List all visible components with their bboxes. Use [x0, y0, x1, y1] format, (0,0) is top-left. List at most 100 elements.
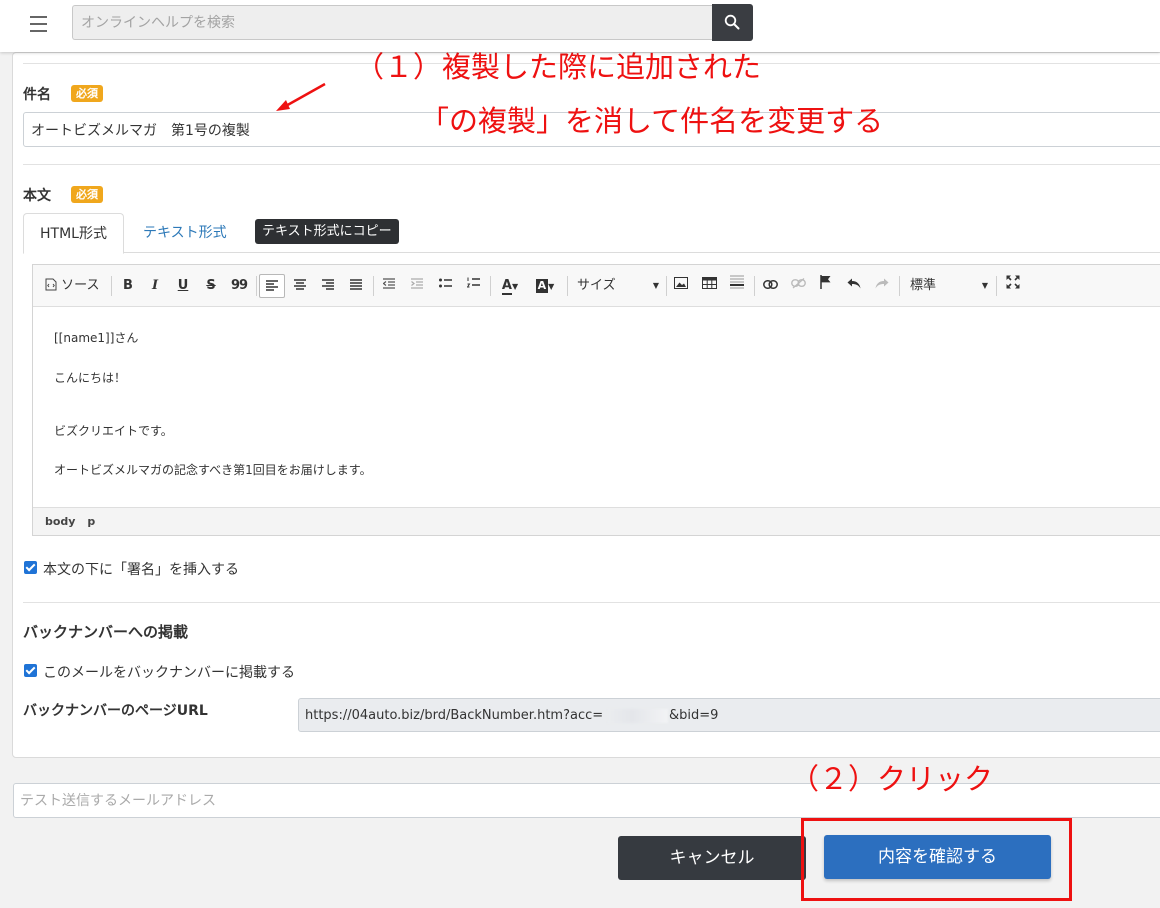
outdent-icon	[382, 278, 395, 289]
horizontal-rule-button[interactable]	[727, 274, 747, 298]
tab-html[interactable]: HTML形式	[23, 213, 124, 254]
bulleted-list-icon	[438, 278, 452, 288]
toolbar-separator	[373, 276, 374, 296]
image-icon	[674, 277, 688, 289]
backnumber-checkbox[interactable]	[24, 664, 37, 677]
background-color-button[interactable]: A ▼	[530, 274, 560, 298]
maximize-button[interactable]	[1003, 274, 1023, 298]
redo-icon	[875, 278, 889, 289]
background-color-icon: A	[535, 279, 549, 293]
strikethrough-button[interactable]: S	[201, 274, 221, 298]
unlink-icon	[790, 278, 806, 289]
link-icon	[762, 280, 778, 289]
horizontal-rule-icon	[730, 275, 744, 289]
indent-icon	[411, 278, 423, 289]
anchor-button[interactable]	[816, 274, 836, 298]
align-justify-button[interactable]	[346, 274, 366, 298]
rich-text-editor: ソース B I U S 99 A▼ A ▼ サイズ ▼ 標準 ▼ [[name1…	[32, 264, 1160, 536]
toolbar-separator	[996, 276, 997, 296]
align-center-button[interactable]	[290, 274, 310, 298]
toolbar-separator	[567, 276, 568, 296]
outdent-button[interactable]	[379, 274, 399, 298]
copy-to-text-tooltip[interactable]: テキスト形式にコピー	[255, 219, 399, 244]
text-color-button[interactable]: A▼	[496, 274, 524, 298]
maximize-icon	[1006, 275, 1020, 289]
image-button[interactable]	[671, 274, 691, 298]
element-path-p[interactable]: p	[87, 515, 95, 528]
align-justify-icon	[350, 279, 362, 290]
url-suffix: &bid=9	[669, 708, 719, 723]
bold-button[interactable]: B	[118, 274, 138, 298]
font-size-select[interactable]: サイズ ▼	[577, 274, 659, 298]
italic-button[interactable]: I	[145, 274, 165, 298]
numbered-list-icon	[466, 277, 480, 288]
annotation-highlight-box	[801, 818, 1072, 901]
backnumber-heading: バックナンバーへの掲載	[23, 623, 189, 641]
editor-toolbar: ソース B I U S 99 A▼ A ▼ サイズ ▼ 標準 ▼	[33, 265, 1160, 307]
element-path-body[interactable]: body	[45, 515, 75, 528]
redo-button[interactable]	[872, 274, 892, 298]
editor-paragraph: ビズクリエイトです。	[54, 424, 173, 438]
backnumber-url-label: バックナンバーのページURL	[23, 703, 208, 719]
flag-icon	[820, 275, 831, 289]
annotation-step2: （２）クリック	[790, 762, 994, 796]
cancel-button[interactable]: キャンセル	[618, 836, 806, 880]
chevron-down-icon: ▼	[548, 282, 555, 291]
align-right-button[interactable]	[318, 274, 338, 298]
align-left-icon	[266, 280, 278, 291]
numbered-list-button[interactable]	[463, 274, 483, 298]
chevron-down-icon: ▼	[652, 281, 659, 290]
toolbar-separator	[256, 276, 257, 296]
table-button[interactable]	[699, 274, 719, 298]
undo-icon	[847, 278, 861, 289]
search-button[interactable]	[712, 4, 753, 41]
table-icon	[701, 277, 717, 289]
paragraph-format-select[interactable]: 標準 ▼	[910, 274, 988, 298]
indent-button[interactable]	[407, 274, 427, 298]
undo-button[interactable]	[844, 274, 864, 298]
required-badge: 必須	[71, 85, 103, 102]
editor-element-path: body p	[33, 507, 1160, 535]
toolbar-separator	[754, 276, 755, 296]
toolbar-separator	[111, 276, 112, 296]
align-center-icon	[294, 279, 306, 290]
signature-checkbox[interactable]	[24, 561, 37, 574]
source-label: ソース	[61, 278, 100, 293]
url-prefix: https://04auto.biz/brd/BackNumber.htm?ac…	[305, 708, 604, 723]
toolbar-separator	[490, 276, 491, 296]
top-bar	[0, 0, 1160, 52]
font-size-label: サイズ	[577, 278, 616, 293]
hamburger-menu-icon[interactable]	[30, 16, 47, 32]
underline-button[interactable]: U	[173, 274, 193, 298]
unlink-button[interactable]	[788, 274, 808, 298]
paragraph-format-label: 標準	[910, 278, 937, 293]
editor-paragraph: オートビズメルマガの記念すべき第1回目をお届けします。	[54, 463, 372, 477]
editor-content-area[interactable]: [[name1]]さん こんにちは！ ビズクリエイトです。 オートビズメルマガの…	[33, 307, 1160, 507]
signature-checkbox-label: 本文の下に「署名」を挿入する	[43, 562, 239, 578]
source-button[interactable]: ソース	[45, 274, 105, 298]
align-right-icon	[322, 279, 334, 290]
annotation-arrow-icon	[276, 82, 326, 111]
annotation-step1-line2: 「の複製」を消して件名を変更する	[420, 104, 884, 138]
chevron-down-icon: ▼	[981, 281, 988, 290]
help-search-input[interactable]	[72, 5, 713, 40]
editor-paragraph: [[name1]]さん	[54, 331, 139, 345]
backnumber-checkbox-label: このメールをバックナンバーに掲載する	[43, 665, 295, 681]
backnumber-url-field[interactable]: https://04auto.biz/brd/BackNumber.htm?ac…	[298, 698, 1160, 732]
bulleted-list-button[interactable]	[435, 274, 455, 298]
tab-text[interactable]: テキスト形式	[127, 213, 243, 253]
text-color-icon: A	[501, 278, 512, 295]
divider	[23, 602, 1160, 603]
link-button[interactable]	[760, 274, 780, 298]
required-badge: 必須	[71, 186, 103, 203]
align-left-button[interactable]	[259, 274, 285, 298]
body-format-tabs: HTML形式 テキスト形式	[23, 213, 1160, 254]
toolbar-separator	[666, 276, 667, 296]
search-icon	[724, 14, 740, 30]
source-icon	[45, 278, 57, 291]
subject-label: 件名	[23, 87, 51, 103]
redacted-account-mask	[608, 709, 668, 723]
editor-paragraph: こんにちは！	[54, 371, 127, 385]
chevron-down-icon: ▼	[511, 282, 519, 291]
blockquote-button[interactable]: 99	[228, 274, 250, 298]
